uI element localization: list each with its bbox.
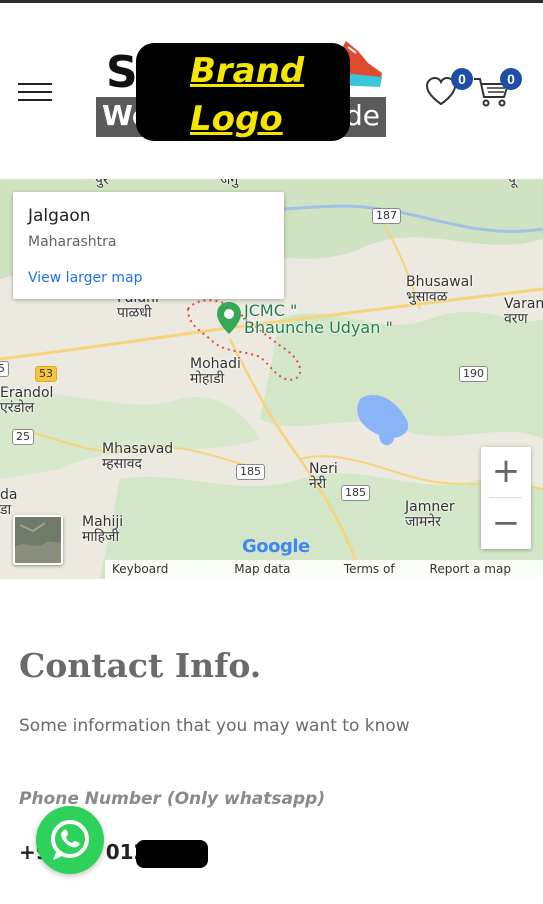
map-label-erandol: Erandol एरंडोल xyxy=(0,385,54,416)
wishlist-count-badge: 0 xyxy=(451,68,473,90)
map-pin-icon[interactable] xyxy=(216,301,242,335)
zoom-out-button[interactable]: − xyxy=(481,499,531,549)
map-zoom-controls: + − xyxy=(481,447,531,549)
logo-initial: S xyxy=(106,47,138,98)
menu-icon[interactable] xyxy=(18,81,52,103)
highway-shield-25: 25 xyxy=(12,429,34,445)
map-label-top-b: जगु xyxy=(220,179,239,188)
report-map-error-link[interactable]: Report a map error xyxy=(423,560,543,579)
map-info-subtitle: Maharashtra xyxy=(28,234,117,250)
zoom-divider xyxy=(489,497,523,498)
map-label-neri: Neri नेरी xyxy=(309,461,338,492)
logo-redaction: Brand Logo xyxy=(136,43,350,141)
google-logo-text: Google xyxy=(242,536,310,557)
brand-logo[interactable]: S We ide Brand Logo xyxy=(96,33,388,141)
embedded-map[interactable]: पुर जगु पू Bhusawal भुसावळ Paldhi पाळधी … xyxy=(0,179,543,579)
map-label-bhusawal: Bhusawal भुसावळ xyxy=(406,274,474,305)
wishlist-button[interactable]: 0 xyxy=(424,68,473,109)
highway-shield-53: 53 xyxy=(35,366,57,382)
map-poi-label[interactable]: JCMC " Bhaunche Udyan " xyxy=(244,302,393,336)
brand-logo-text: Brand Logo xyxy=(190,51,305,139)
map-data-text: Map data ©2023 xyxy=(234,562,291,576)
map-label-top-a: पुर xyxy=(95,179,109,188)
map-info-title: Jalgaon xyxy=(28,206,91,226)
map-label-varan: Varan वरण xyxy=(504,296,543,327)
map-attribution-bar: Keyboard shortcuts Map data ©2023 Terms … xyxy=(105,560,543,579)
highway-shield-185-east: 185 xyxy=(341,485,370,501)
terms-of-use-link[interactable]: Terms of Use xyxy=(337,560,423,579)
phone-redaction xyxy=(136,840,208,868)
whatsapp-icon xyxy=(51,820,89,860)
contact-subtitle: Some information that you may want to kn… xyxy=(19,716,410,736)
map-info-card: Jalgaon Maharashtra View larger map xyxy=(13,192,284,299)
satellite-thumbnail xyxy=(15,517,61,563)
keyboard-shortcuts-link[interactable]: Keyboard shortcuts xyxy=(105,560,227,579)
contact-title: Contact Info. xyxy=(19,646,262,685)
site-header: S We ide Brand Logo 0 0 xyxy=(0,3,543,179)
view-larger-map-link[interactable]: View larger map xyxy=(28,270,142,286)
cart-count-badge: 0 xyxy=(500,68,522,90)
map-label-da: da डा xyxy=(0,487,18,518)
google-logo: Google xyxy=(242,536,310,557)
highway-shield-185-west: 185 xyxy=(236,464,265,480)
highway-shield-190: 190 xyxy=(459,366,488,382)
whatsapp-chat-button[interactable] xyxy=(36,806,104,874)
highway-shield-187: 187 xyxy=(372,208,401,224)
map-label-jamner: Jamner जामनेर xyxy=(405,499,455,530)
map-label-mohadi: Mohadi मोहाडी xyxy=(190,356,241,387)
highway-shield-5: 5 xyxy=(0,361,9,377)
map-label-mahiji: Mahiji माहिजी xyxy=(82,514,124,545)
map-label-mhasavad: Mhasavad म्हसावद xyxy=(102,441,174,472)
cart-button[interactable]: 0 xyxy=(472,68,522,109)
zoom-in-button[interactable]: + xyxy=(481,447,531,497)
satellite-toggle-button[interactable] xyxy=(13,515,63,565)
map-label-top-c: पू xyxy=(508,179,516,188)
